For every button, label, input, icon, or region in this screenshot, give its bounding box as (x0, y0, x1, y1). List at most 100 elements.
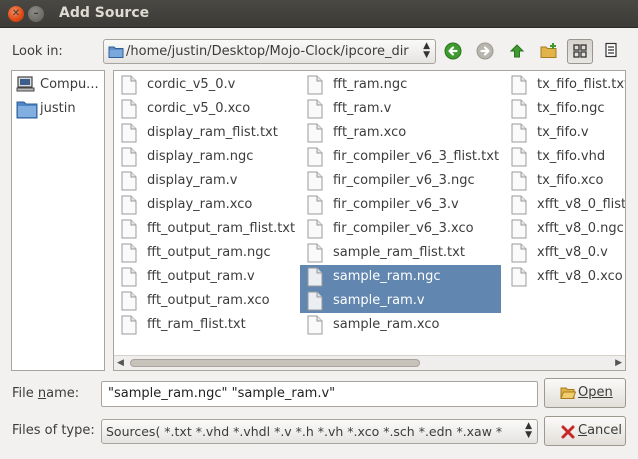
place-label: Compu... (40, 77, 99, 92)
file-list[interactable]: cordic_v5_0.v cordic_v5_0.xco display_ram_… (113, 70, 626, 371)
file-item[interactable]: tx_fifo.xco (504, 169, 625, 193)
file-item[interactable]: sample_ram_flist.txt (300, 241, 501, 265)
file-name: fft_output_ram.v (147, 269, 255, 284)
file-item[interactable]: cordic_v5_0.xco (114, 97, 302, 121)
back-icon (444, 42, 462, 60)
file-icon (511, 75, 527, 95)
open-button-label: Open (578, 385, 613, 400)
file-item[interactable]: fir_compiler_v6_3.ngc (300, 169, 501, 193)
file-name: tx_fifo.xco (537, 173, 604, 188)
places-sidebar: Compu... justin (11, 70, 105, 371)
file-item[interactable]: xfft_v8_0_flist (504, 193, 626, 217)
file-name: xfft_v8_0_flist (537, 197, 626, 212)
file-item[interactable]: xfft_v8_0.ngc (504, 217, 625, 241)
file-name: tx_fifo.ngc (537, 101, 605, 116)
open-button[interactable]: Open (544, 378, 626, 408)
look-in-combo[interactable]: /home/justin/Desktop/Mojo-Clock/ipcore_d… (103, 39, 436, 64)
file-name: cordic_v5_0.xco (147, 101, 251, 116)
folder-icon (16, 101, 38, 119)
file-name: display_ram_flist.txt (147, 125, 278, 140)
file-icon (511, 123, 527, 143)
file-name: xfft_v8_0.xco (537, 269, 623, 284)
file-icon (121, 75, 137, 95)
combo-arrows-icon: ▲ ▼ (525, 421, 532, 440)
file-icon (121, 147, 137, 167)
cancel-button[interactable]: Cancel (544, 416, 626, 446)
file-item[interactable]: fft_ram_flist.txt (114, 313, 302, 337)
file-icon (307, 243, 323, 263)
file-item[interactable]: sample_ram.xco (300, 313, 501, 337)
file-icon (307, 267, 323, 287)
file-name: sample_ram.xco (333, 317, 440, 332)
file-item[interactable]: fft_ram.ngc (300, 73, 501, 97)
file-item[interactable]: fft_output_ram.v (114, 265, 302, 289)
horizontal-scrollbar[interactable]: ◀ ▶ (114, 355, 625, 370)
file-item[interactable]: display_ram.xco (114, 193, 302, 217)
scroll-right-icon[interactable]: ▶ (615, 358, 622, 368)
file-item[interactable]: fir_compiler_v6_3_flist.txt (300, 145, 501, 169)
file-item[interactable]: sample_ram.ngc (300, 265, 501, 289)
new-folder-button[interactable] (536, 39, 562, 64)
file-name: xfft_v8_0.v (537, 245, 608, 260)
file-name: display_ram.xco (147, 197, 253, 212)
computer-icon (16, 76, 35, 92)
details-view-toggle[interactable] (599, 39, 625, 64)
file-item[interactable]: display_ram.v (114, 169, 302, 193)
file-column-1: cordic_v5_0.v cordic_v5_0.xco display_ram_… (114, 73, 302, 337)
file-icon (307, 75, 323, 95)
file-name: cordic_v5_0.v (147, 77, 236, 92)
file-item[interactable]: fft_ram.v (300, 97, 501, 121)
file-name: fir_compiler_v6_3.ngc (333, 173, 475, 188)
file-type-label: Files of type: (12, 423, 95, 438)
file-item[interactable]: tx_fifo.ngc (504, 97, 625, 121)
file-item[interactable]: fft_output_ram_flist.txt (114, 217, 302, 241)
file-icon (121, 195, 137, 215)
file-item[interactable]: tx_fifo.vhd (504, 145, 625, 169)
look-in-path: /home/justin/Desktop/Mojo-Clock/ipcore_d… (126, 44, 409, 59)
file-name: display_ram.ngc (147, 149, 254, 164)
file-icon (511, 219, 527, 239)
file-name: tx_fifo_flist.txt (537, 77, 626, 92)
file-icon (511, 243, 527, 263)
file-item[interactable]: tx_fifo_flist.txt (504, 73, 626, 97)
folder-icon (108, 46, 124, 58)
file-name: tx_fifo.vhd (537, 149, 606, 164)
back-button[interactable] (440, 39, 466, 64)
file-type-value: Sources( *.txt *.vhd *.vhdl *.v *.h *.vh… (106, 424, 503, 439)
file-item[interactable]: cordic_v5_0.v (114, 73, 302, 97)
file-icon (307, 147, 323, 167)
file-item[interactable]: sample_ram.v (300, 289, 501, 313)
place-label: justin (40, 101, 76, 116)
look-in-label: Look in: (12, 44, 63, 59)
file-name: fft_ram_flist.txt (147, 317, 246, 332)
file-item[interactable]: xfft_v8_0.v (504, 241, 625, 265)
file-name: sample_ram_flist.txt (333, 245, 465, 260)
scrollbar-thumb[interactable] (130, 359, 420, 367)
file-icon (307, 123, 323, 143)
file-item[interactable]: tx_fifo.v (504, 121, 625, 145)
forward-button[interactable] (472, 39, 498, 64)
file-name: fft_ram.ngc (333, 77, 408, 92)
file-item[interactable]: display_ram.ngc (114, 145, 302, 169)
file-item[interactable]: fft_output_ram.ngc (114, 241, 302, 265)
file-icon (307, 291, 323, 311)
file-name: fft_output_ram.ngc (147, 245, 271, 260)
file-item[interactable]: fir_compiler_v6_3.xco (300, 217, 501, 241)
file-name-input[interactable]: "sample_ram.ngc" "sample_ram.v" (101, 381, 538, 407)
file-type-combo[interactable]: Sources( *.txt *.vhd *.vhdl *.v *.h *.vh… (101, 419, 538, 444)
up-button[interactable] (504, 39, 530, 64)
file-item[interactable]: display_ram_flist.txt (114, 121, 302, 145)
minimize-window-button[interactable]: – (28, 6, 44, 22)
file-item[interactable]: fft_output_ram.xco (114, 289, 302, 313)
close-window-button[interactable]: ✕ (8, 6, 24, 22)
list-view-icon (573, 44, 587, 58)
scroll-left-icon[interactable]: ◀ (117, 358, 124, 368)
file-item[interactable]: fir_compiler_v6_3.v (300, 193, 501, 217)
file-name: fft_ram.xco (333, 125, 407, 140)
list-view-toggle[interactable] (567, 39, 593, 64)
file-name: fft_output_ram_flist.txt (147, 221, 296, 236)
file-icon (121, 315, 137, 335)
file-icon (307, 99, 323, 119)
file-item[interactable]: xfft_v8_0.xco (504, 265, 625, 289)
file-item[interactable]: fft_ram.xco (300, 121, 501, 145)
